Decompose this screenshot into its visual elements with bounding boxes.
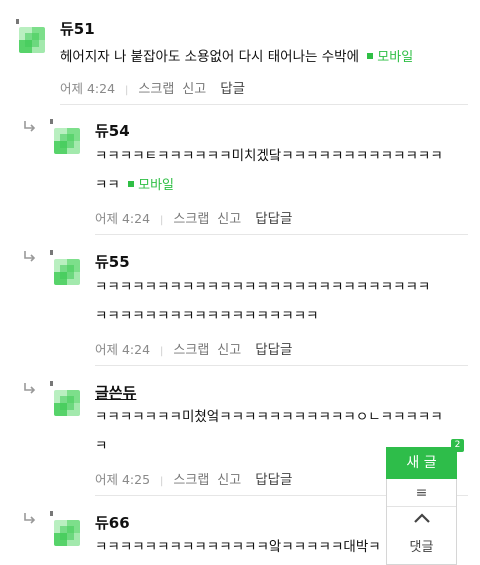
comment-text-line: ㅋㅋㅋㅋㅋㅋㅋ미쳤엌ㅋㅋㅋㅋㅋㅋㅋㅋㅋㅋㅋㅇㄴㅋㅋㅋㅋㅋ — [95, 409, 443, 425]
scrap-button[interactable]: 스크랩 — [173, 473, 209, 488]
chevron-up-icon — [413, 513, 430, 523]
comment-time: 어제 4:24 — [60, 81, 116, 96]
comment-text-line: ㅋ — [95, 438, 108, 454]
report-button[interactable]: 신고 — [217, 343, 241, 358]
mobile-icon — [367, 53, 374, 59]
comment-text: 헤어지자 나 붙잡아도 소용없어 다시 태어나는 수박에 모바일 — [60, 42, 413, 73]
comment-nickname[interactable]: 듀66 — [95, 512, 130, 533]
reply-arrow-icon — [23, 120, 37, 134]
new-post-button[interactable]: 새 글 — [386, 447, 457, 479]
report-button[interactable]: 신고 — [217, 473, 241, 488]
avatar[interactable] — [54, 390, 80, 416]
divider — [95, 234, 468, 235]
comment-text-line: ㅋㅋ — [95, 177, 120, 193]
comment-nickname[interactable]: 듀55 — [95, 251, 130, 272]
level-dot — [50, 119, 53, 124]
meta-separator: | — [125, 85, 129, 96]
divider — [60, 104, 468, 105]
meta-separator: | — [160, 215, 164, 226]
comment-nickname[interactable]: 글쓴듀 — [95, 382, 136, 403]
meta-separator: | — [160, 346, 164, 357]
avatar[interactable] — [54, 259, 80, 285]
scrap-button[interactable]: 스크랩 — [173, 343, 209, 358]
scrap-button[interactable]: 스크랩 — [173, 212, 209, 227]
comment-nickname[interactable]: 듀54 — [95, 120, 130, 141]
menu-button[interactable]: ≡ — [387, 479, 456, 507]
reply-arrow-icon — [23, 382, 37, 396]
meta-separator: | — [160, 476, 164, 487]
scrap-button[interactable]: 스크랩 — [138, 82, 174, 97]
avatar[interactable] — [54, 520, 80, 546]
comment-text-line: ㅋㅋㅋㅋㅋㅋㅋㅋㅋㅋㅋㅋㅋㅋㅋㅋㅋㅋㅋㅋㅋㅋㅋㅋㅋㅋㅋ — [95, 279, 431, 295]
comment-time: 어제 4:25 — [95, 472, 151, 487]
comment-meta: 어제 4:24 | 스크랩 신고 답답글 — [95, 338, 292, 358]
reply-button[interactable]: 답답글 — [255, 342, 292, 358]
mobile-icon — [128, 181, 135, 187]
comment-text-line: ㅋㅋㅋㅋㅌㅋㅋㅋㅋㅋㅋ미치겠닼ㅋㅋㅋㅋㅋㅋㅋㅋㅋㅋㅋㅋㅋ — [95, 148, 443, 164]
mobile-badge: 모바일 — [367, 42, 413, 73]
reply-button[interactable]: 답글 — [220, 81, 245, 97]
comment-nickname[interactable]: 듀51 — [60, 18, 95, 39]
comment-text-line: ㅋㅋㅋㅋㅋㅋㅋㅋㅋㅋㅋㅋㅋㅋㅋㅋㅋㅋ — [95, 308, 319, 324]
reply-button[interactable]: 답답글 — [255, 211, 292, 227]
divider — [95, 365, 468, 366]
report-button[interactable]: 신고 — [182, 82, 206, 97]
reply-button[interactable]: 답답글 — [255, 472, 292, 488]
report-button[interactable]: 신고 — [217, 212, 241, 227]
reply-arrow-icon — [23, 250, 37, 264]
avatar[interactable] — [54, 128, 80, 154]
comment-text-line: 헤어지자 나 붙잡아도 소용없어 다시 태어나는 수박에 — [60, 49, 359, 65]
avatar[interactable] — [19, 27, 45, 53]
comment-meta: 어제 4:24 | 스크랩 신고 답답글 — [95, 207, 292, 227]
comment-meta: 어제 4:24 | 스크랩 신고 답글 — [60, 77, 245, 97]
level-dot — [16, 19, 19, 24]
reply-arrow-icon — [23, 512, 37, 526]
comment-text: ㅋㅋ 모바일 — [95, 170, 174, 201]
menu-icon: ≡ — [415, 485, 428, 501]
comment-meta: 어제 4:25 | 스크랩 신고 답답글 — [95, 468, 292, 488]
comment-time: 어제 4:24 — [95, 342, 151, 357]
comment-time: 어제 4:24 — [95, 211, 151, 226]
floating-widget: 새 글 ≡ 댓글 — [386, 447, 457, 565]
new-count-badge: 2 — [451, 439, 464, 452]
mobile-badge: 모바일 — [128, 170, 174, 201]
comment-text-line: ㅋㅋㅋㅋㅋㅋㅋㅋㅋㅋㅋㅋㅋㅋ앜ㅋㅋㅋㅋㅋ대박ㅋ — [95, 539, 381, 555]
level-dot — [50, 381, 53, 386]
level-dot — [50, 511, 53, 516]
scroll-up-button[interactable] — [387, 510, 456, 532]
level-dot — [50, 250, 53, 255]
comment-shortcut-button[interactable]: 댓글 — [387, 536, 456, 555]
